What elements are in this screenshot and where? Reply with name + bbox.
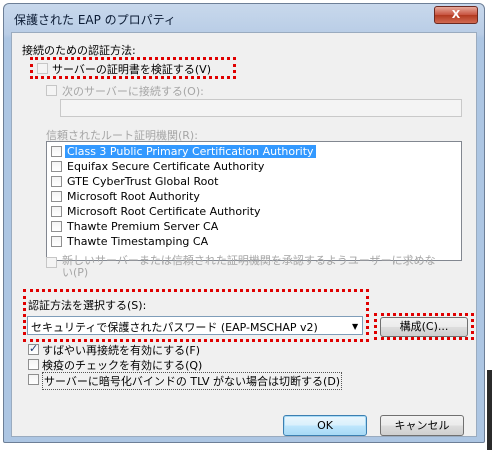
chevron-down-icon: ▼ — [352, 322, 359, 331]
ca-checkbox[interactable] — [51, 176, 62, 187]
ca-checkbox[interactable] — [51, 161, 62, 172]
list-item[interactable]: GTE CyberTrust Global Root — [51, 174, 451, 188]
ca-label: Microsoft Root Authority — [67, 190, 200, 203]
quarantine-checkbox[interactable] — [28, 359, 39, 370]
quarantine-label: 検疫のチェックを有効にする(Q) — [42, 359, 203, 372]
connect-servers-input[interactable] — [60, 99, 462, 117]
select-method-label: 認証方法を選択する(S): — [28, 299, 147, 312]
ok-button[interactable]: OK — [283, 415, 367, 436]
fast-reconnect-checkbox[interactable] — [28, 342, 39, 355]
ca-label: Equifax Secure Certificate Authority — [67, 160, 265, 173]
ca-checkbox[interactable] — [51, 236, 62, 247]
window-title: 保護された EAP のプロパティ — [14, 13, 176, 27]
close-button[interactable]: X — [434, 6, 478, 24]
ca-checkbox[interactable] — [51, 221, 62, 232]
disconnect-label: サーバーに暗号化バインドの TLV がない場合は切断する(D) — [42, 372, 343, 390]
method-dropdown-value: セキュリティで保護されたパスワード (EAP-MSCHAP v2) — [31, 321, 318, 334]
dialog-window: 保護された EAP のプロパティ X 接続のための認証方法: サーバーの証明書を… — [3, 3, 485, 443]
ca-checkbox[interactable] — [51, 206, 62, 217]
auth-method-heading: 接続のための認証方法: — [22, 44, 136, 57]
list-item[interactable]: Equifax Secure Certificate Authority — [51, 159, 451, 173]
ca-checkbox[interactable] — [51, 191, 62, 202]
connect-servers-checkbox[interactable] — [46, 85, 57, 96]
disconnect-checkbox[interactable] — [28, 374, 39, 385]
close-icon: X — [451, 8, 461, 21]
ca-checkbox[interactable] — [51, 146, 62, 157]
ca-label: GTE CyberTrust Global Root — [67, 175, 219, 188]
prompt-user-label: 新しいサーバーまたは信頼された証明機関を承認するようユーザーに求めな い(P) — [62, 255, 436, 279]
dialog-body: 接続のための認証方法: サーバーの証明書を検証する(V) 次のサーバーに接続する… — [11, 32, 477, 437]
list-item[interactable]: Microsoft Root Certificate Authority — [51, 204, 451, 218]
ca-label: Thawte Premium Server CA — [67, 220, 219, 233]
prompt-user-label-line2: い(P) — [62, 266, 89, 279]
list-item[interactable]: Thawte Premium Server CA — [51, 219, 451, 233]
connect-servers-label: 次のサーバーに接続する(O): — [62, 85, 204, 98]
list-item[interactable]: Microsoft Root Authority — [51, 189, 451, 203]
ca-label: Thawte Timestamping CA — [67, 235, 209, 248]
configure-button[interactable]: 構成(C)... — [380, 317, 468, 337]
cancel-button[interactable]: キャンセル — [380, 415, 464, 436]
title-bar[interactable]: 保護された EAP のプロパティ X — [4, 4, 484, 32]
root-ca-list[interactable]: Class 3 Public Primary Certification Aut… — [46, 141, 462, 261]
ca-label: Class 3 Public Primary Certification Aut… — [65, 145, 316, 158]
list-item[interactable]: Thawte Timestamping CA — [51, 234, 451, 248]
ca-label: Microsoft Root Certificate Authority — [67, 205, 261, 218]
fast-reconnect-label: すばやい再接続を有効にする(F) — [42, 344, 201, 357]
list-item[interactable]: Class 3 Public Primary Certification Aut… — [51, 144, 451, 158]
prompt-user-label-line1: 新しいサーバーまたは信頼された証明機関を承認するようユーザーに求めな — [62, 254, 436, 267]
method-dropdown[interactable]: セキュリティで保護されたパスワード (EAP-MSCHAP v2) ▼ — [27, 316, 363, 335]
validate-cert-checkbox[interactable] — [37, 63, 48, 74]
validate-cert-label: サーバーの証明書を検証する(V) — [52, 63, 211, 76]
background-edge — [487, 370, 492, 450]
prompt-user-checkbox[interactable] — [46, 257, 57, 268]
